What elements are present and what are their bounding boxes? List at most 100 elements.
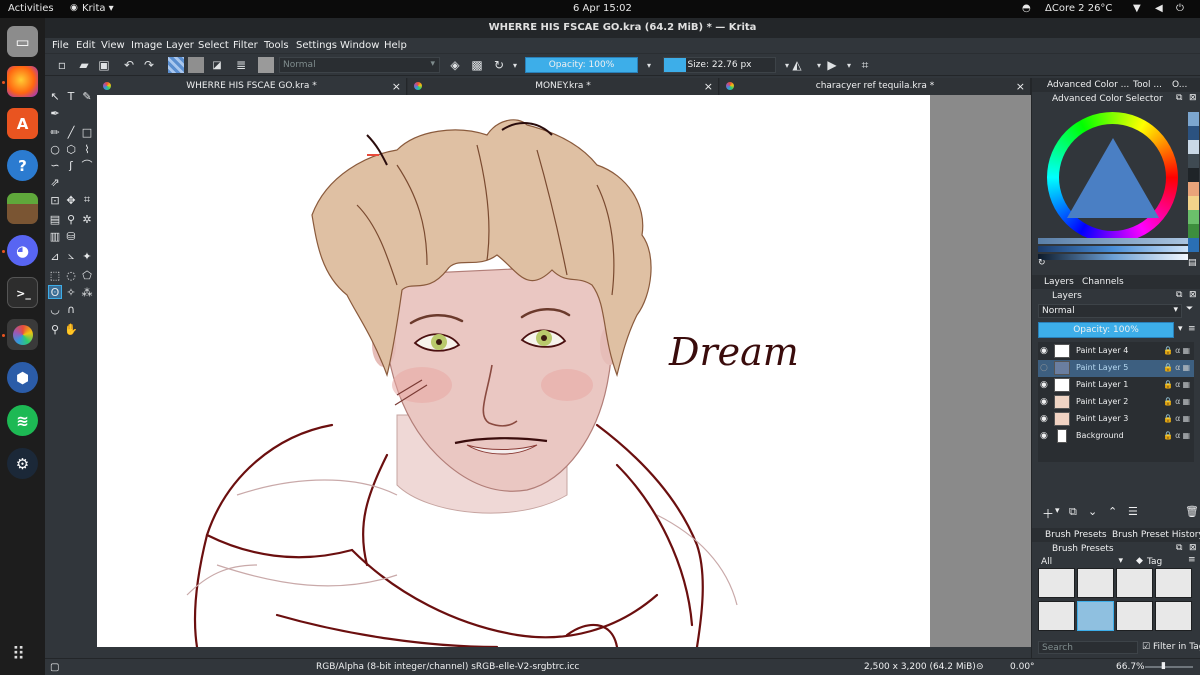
layer-properties-icon[interactable]: ☰: [1128, 505, 1138, 518]
close-icon[interactable]: ×: [704, 80, 713, 93]
chevron-down-icon[interactable]: ▾: [641, 57, 657, 73]
preserve-alpha-icon[interactable]: ▩: [469, 57, 485, 73]
menu-tools[interactable]: Tools: [264, 40, 289, 51]
brush-preset-tile[interactable]: [1116, 568, 1153, 598]
rectangle-tool-icon[interactable]: □: [80, 125, 94, 139]
menu-select[interactable]: Select: [198, 40, 229, 51]
fill-pattern-icon[interactable]: [188, 57, 204, 73]
chevron-down-icon[interactable]: ▾: [841, 57, 857, 73]
menu-image[interactable]: Image: [131, 40, 162, 51]
close-icon[interactable]: ×: [392, 80, 401, 93]
edit-shapes-tool-icon[interactable]: ✎: [80, 89, 94, 103]
open-document-icon[interactable]: ▰: [76, 57, 92, 73]
menu-filter[interactable]: Filter: [233, 40, 258, 51]
blend-mode-select[interactable]: Normal ▾: [279, 57, 440, 73]
menu-icon[interactable]: ≡: [1188, 555, 1196, 565]
colorize-mask-tool-icon[interactable]: ▥: [48, 229, 62, 243]
tag-button[interactable]: ◆ Tag: [1136, 556, 1176, 568]
rotation-icon[interactable]: ⊝: [976, 662, 984, 672]
tab-document-3[interactable]: characyer ref tequila.kra * ×: [720, 78, 1031, 95]
menu-settings[interactable]: Settings: [296, 40, 337, 51]
steam-app-icon[interactable]: ⚙: [7, 448, 38, 479]
close-docker-icon[interactable]: ⊠: [1189, 290, 1197, 300]
layer-lock-alpha-icons[interactable]: 🔒α▦: [1163, 397, 1192, 406]
tab-layers[interactable]: Layers: [1044, 277, 1074, 287]
refresh-icon[interactable]: ↻: [1038, 258, 1046, 268]
reference-images-tool-icon[interactable]: ✦: [80, 249, 94, 263]
menu-view[interactable]: View: [101, 40, 125, 51]
rectangular-selection-tool-icon[interactable]: ⬚: [48, 268, 62, 282]
brush-preset-tile[interactable]: [1077, 568, 1114, 598]
tab-advanced-color[interactable]: Advanced Color ...: [1047, 80, 1129, 90]
freehand-selection-tool-icon[interactable]: ʘ: [48, 285, 62, 299]
undo-icon[interactable]: ↶: [121, 57, 137, 73]
move-tool-icon[interactable]: ✥: [64, 193, 78, 207]
close-docker-icon[interactable]: ⊠: [1189, 543, 1197, 553]
close-docker-icon[interactable]: ⊠: [1189, 93, 1197, 103]
checkbox-checked-icon[interactable]: ☑: [1142, 642, 1150, 652]
mirror-vertical-icon[interactable]: ▶: [824, 57, 840, 73]
hue-bar[interactable]: [1038, 238, 1188, 244]
freehand-path-tool-icon[interactable]: ʃ: [64, 158, 78, 172]
wifi-icon[interactable]: ▼: [1133, 3, 1141, 14]
visibility-eye-icon[interactable]: ◉: [1040, 346, 1048, 356]
power-icon[interactable]: ⏻: [1176, 3, 1184, 14]
freehand-brush-tool-icon[interactable]: ✏: [48, 125, 62, 139]
multibrush-tool-icon[interactable]: ⇗: [48, 175, 62, 189]
bezier-selection-tool-icon[interactable]: ◡: [48, 302, 62, 316]
mirror-horizontal-icon[interactable]: ◭: [789, 57, 805, 73]
menu-edit[interactable]: Edit: [76, 40, 95, 51]
drawing-canvas[interactable]: Dream: [97, 95, 930, 647]
polyline-tool-icon[interactable]: ⌇: [80, 142, 94, 156]
gradient-tool-icon[interactable]: ▤: [48, 212, 62, 226]
spotify-app-icon[interactable]: ≋: [7, 405, 38, 436]
float-docker-icon[interactable]: ⧉: [1176, 290, 1182, 300]
visibility-eye-icon[interactable]: ◉: [1040, 397, 1048, 407]
brush-preset-icon[interactable]: [258, 57, 274, 73]
layer-lock-alpha-icons[interactable]: 🔒α▦: [1163, 363, 1192, 372]
magnetic-selection-tool-icon[interactable]: ∩: [64, 302, 78, 316]
minecraft-app-icon[interactable]: [7, 193, 38, 224]
visibility-eye-icon[interactable]: ◉: [1040, 414, 1048, 424]
activities-button[interactable]: Activities: [8, 3, 54, 14]
visibility-eye-icon[interactable]: ◉: [1040, 431, 1048, 441]
layer-row[interactable]: ◉ Paint Layer 2 🔒α▦: [1038, 394, 1194, 411]
layer-row[interactable]: ◉ Paint Layer 4 🔒α▦: [1038, 343, 1194, 360]
eraser-icon[interactable]: ◈: [447, 57, 463, 73]
layer-lock-alpha-icons[interactable]: 🔒α▦: [1163, 380, 1192, 389]
layer-row[interactable]: ◉ Paint Layer 3 🔒α▦: [1038, 411, 1194, 428]
float-docker-icon[interactable]: ⧉: [1176, 543, 1182, 553]
brush-preset-tile-selected[interactable]: [1077, 601, 1114, 631]
firefox-app-icon[interactable]: [7, 66, 38, 97]
polygon-tool-icon[interactable]: ⬡: [64, 142, 78, 156]
brush-preset-tile[interactable]: [1038, 568, 1075, 598]
rotation-value[interactable]: 0.00°: [1010, 662, 1035, 672]
new-document-icon[interactable]: ▫: [54, 57, 70, 73]
layer-row[interactable]: ◉ Background 🔒α▦: [1038, 428, 1194, 445]
terminal-app-icon[interactable]: >_: [7, 277, 38, 308]
close-icon[interactable]: ×: [1016, 80, 1025, 93]
move-layer-down-icon[interactable]: ⌄: [1088, 505, 1097, 518]
visibility-eye-icon[interactable]: ◉: [1040, 380, 1048, 390]
calligraphy-tool-icon[interactable]: ✒: [48, 106, 62, 120]
line-tool-icon[interactable]: ╱: [64, 125, 78, 139]
smart-patch-tool-icon[interactable]: ✲: [80, 212, 94, 226]
saturation-bar[interactable]: [1038, 246, 1188, 252]
zoom-slider-handle[interactable]: ▮: [1161, 661, 1166, 671]
menu-help[interactable]: Help: [384, 40, 407, 51]
software-app-icon[interactable]: A: [7, 108, 38, 139]
tab-tool-options[interactable]: Tool ...: [1133, 80, 1162, 90]
ellipse-tool-icon[interactable]: ○: [48, 142, 62, 156]
brush-tag-filter-select[interactable]: All ▾: [1038, 556, 1126, 568]
assistant-tool-icon[interactable]: ⊿: [48, 249, 62, 263]
swap-colors-icon[interactable]: ◪: [209, 57, 225, 73]
delete-layer-icon[interactable]: 🗑: [1185, 505, 1199, 518]
layer-row[interactable]: ◉ Paint Layer 1 🔒α▦: [1038, 377, 1194, 394]
elliptical-selection-tool-icon[interactable]: ◌: [64, 268, 78, 282]
contiguous-selection-tool-icon[interactable]: ✧: [64, 285, 78, 299]
similar-selection-tool-icon[interactable]: ⁂: [80, 285, 94, 299]
show-apps-grid-icon[interactable]: ⠿: [12, 644, 25, 665]
visibility-hidden-icon[interactable]: ○: [1040, 363, 1048, 373]
select-shapes-tool-icon[interactable]: ↖: [48, 89, 62, 103]
clock[interactable]: 6 Apr 15:02: [573, 3, 632, 14]
